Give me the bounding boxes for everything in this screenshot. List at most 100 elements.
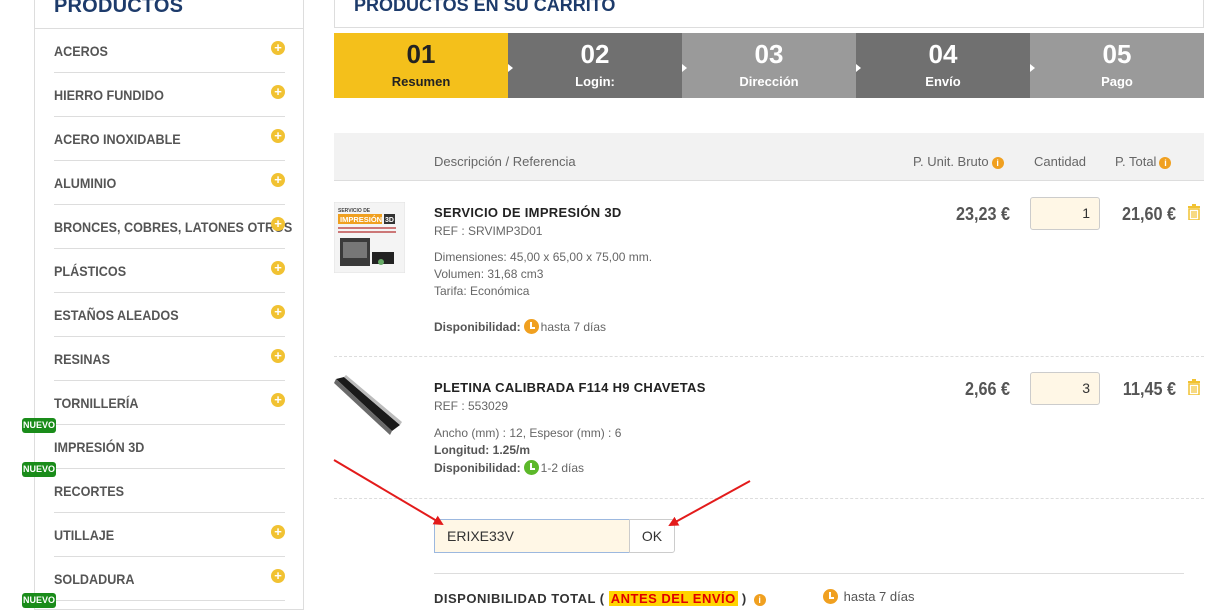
step-arrow-icon bbox=[856, 64, 861, 72]
sidebar-item-label: ACEROS bbox=[54, 43, 108, 59]
step-label: Resumen bbox=[391, 74, 451, 89]
sidebar-item-recortes[interactable]: RECORTES bbox=[54, 469, 285, 513]
sidebar-item-plasticos[interactable]: PLÁSTICOS + bbox=[54, 249, 285, 293]
step-label: Login: bbox=[575, 74, 615, 89]
sidebar-item-estanos-aleados[interactable]: ESTAÑOS ALEADOS + bbox=[54, 293, 285, 337]
product-name[interactable]: PLETINA CALIBRADA F114 H9 CHAVETAS bbox=[434, 380, 706, 395]
sidebar-item-utillaje[interactable]: UTILLAJE + bbox=[54, 513, 285, 557]
product-detail: Volumen: 31,68 cm3 bbox=[434, 267, 544, 281]
thumb-text: IMPRESIÓN bbox=[340, 215, 382, 224]
step-number: 04 bbox=[928, 39, 958, 69]
plus-circle-icon[interactable]: + bbox=[271, 129, 285, 143]
product-detail: Dimensiones: 45,00 x 65,00 x 75,00 mm. bbox=[434, 250, 653, 264]
length-value: 1.25/m bbox=[492, 443, 531, 457]
column-header-total: P. Total i bbox=[1115, 154, 1172, 169]
sidebar-item-label: HIERRO FUNDIDO bbox=[54, 87, 164, 103]
plus-circle-icon[interactable]: + bbox=[271, 85, 285, 99]
plus-circle-icon[interactable]: + bbox=[271, 525, 285, 539]
sidebar-item-label: ALUMINIO bbox=[54, 175, 117, 191]
plus-circle-icon[interactable]: + bbox=[271, 349, 285, 363]
step-resumen[interactable]: 01 Resumen bbox=[334, 33, 508, 98]
availability-value: hasta 7 días bbox=[540, 320, 607, 334]
checkout-steps: 01 Resumen 02 Login: 03 Dirección 04 Env… bbox=[334, 33, 1204, 98]
step-label: Envío bbox=[925, 74, 961, 89]
page-title: PRODUCTOS EN SU CARRITO bbox=[354, 0, 616, 15]
category-sidebar: PRODUCTOS ACEROS + HIERRO FUNDIDO + ACER… bbox=[34, 0, 304, 610]
sidebar-item-acero-inoxidable[interactable]: ACERO INOXIDABLE + bbox=[54, 117, 285, 161]
sidebar-item-label: RESINAS bbox=[54, 351, 111, 367]
sidebar-item-label: BRONCES, COBRES, LATONES OTROS bbox=[54, 219, 293, 235]
trash-icon[interactable] bbox=[1187, 204, 1201, 220]
sidebar-item-label: TORNILLERÍA bbox=[54, 395, 139, 411]
info-icon[interactable]: i bbox=[753, 594, 766, 606]
plus-circle-icon[interactable]: + bbox=[271, 261, 285, 275]
availability-label: Disponibilidad: bbox=[434, 461, 521, 475]
step-number: 05 bbox=[1102, 39, 1132, 69]
availability-total-highlight: ANTES DEL ENVÍO bbox=[608, 591, 738, 606]
sidebar-item-bronces[interactable]: BRONCES, COBRES, LATONES OTROS + bbox=[54, 205, 292, 249]
step-number: 02 bbox=[580, 39, 610, 69]
column-header-description: Descripción / Referencia bbox=[434, 154, 576, 169]
product-name[interactable]: SERVICIO DE IMPRESIÓN 3D bbox=[434, 205, 622, 220]
total-price: 11,45 € bbox=[1122, 379, 1176, 399]
nuevo-badge: NUEVO bbox=[22, 593, 56, 608]
sidebar-item-tornilleria[interactable]: TORNILLERÍA + bbox=[54, 381, 285, 425]
step-pago[interactable]: 05 Pago bbox=[1030, 33, 1204, 98]
sidebar-item-label: RECORTES bbox=[54, 483, 125, 499]
sidebar-item-soldadura[interactable]: SOLDADURA + bbox=[54, 557, 285, 601]
divider bbox=[434, 573, 1184, 574]
sidebar-item-label: ESTAÑOS ALEADOS bbox=[54, 307, 179, 323]
plus-circle-icon[interactable]: + bbox=[271, 41, 285, 55]
coupon-ok-button[interactable]: OK bbox=[629, 519, 675, 553]
step-arrow-icon bbox=[682, 64, 687, 72]
sidebar-item-aluminio[interactable]: ALUMINIO + bbox=[54, 161, 285, 205]
availability-label: Disponibilidad: bbox=[434, 320, 521, 334]
quantity-input[interactable]: 1 bbox=[1030, 197, 1100, 230]
nuevo-badge: NUEVO bbox=[22, 418, 56, 433]
sidebar-item-resinas[interactable]: RESINAS + bbox=[54, 337, 285, 381]
product-thumbnail[interactable] bbox=[334, 375, 405, 446]
step-direccion[interactable]: 03 Dirección bbox=[682, 33, 856, 98]
step-envio[interactable]: 04 Envío bbox=[856, 33, 1030, 98]
coupon-input[interactable]: ERIXE33V bbox=[434, 519, 630, 553]
cart-header: PRODUCTOS EN SU CARRITO bbox=[334, 0, 1204, 28]
step-login[interactable]: 02 Login: bbox=[508, 33, 682, 98]
plus-circle-icon[interactable]: + bbox=[271, 569, 285, 583]
sidebar-item-hierro-fundido[interactable]: HIERRO FUNDIDO + bbox=[54, 73, 285, 117]
availability-total-value: hasta 7 días bbox=[843, 589, 915, 604]
plus-circle-icon[interactable]: + bbox=[271, 173, 285, 187]
availability-total-days: hasta 7 días bbox=[820, 589, 914, 604]
column-header-label: P. Total bbox=[1115, 154, 1157, 169]
column-header-quantity: Cantidad bbox=[1034, 154, 1087, 169]
product-availability: Disponibilidad: hasta 7 días bbox=[434, 319, 606, 334]
sidebar-item-label: PLÁSTICOS bbox=[54, 263, 127, 279]
sidebar-item-label: UTILLAJE bbox=[54, 527, 115, 543]
product-ref: REF : SRVIMP3D01 bbox=[434, 224, 543, 238]
trash-icon[interactable] bbox=[1187, 379, 1201, 395]
step-arrow-icon bbox=[1030, 64, 1035, 72]
availability-total: DISPONIBILIDAD TOTAL ( ANTES DEL ENVÍO )… bbox=[434, 591, 766, 606]
plus-circle-icon[interactable]: + bbox=[271, 305, 285, 319]
availability-value: 1-2 días bbox=[540, 461, 585, 475]
plus-circle-icon[interactable]: + bbox=[271, 393, 285, 407]
product-thumbnail[interactable]: SERVICIO DE IMPRESIÓN 3D bbox=[334, 202, 405, 273]
clock-icon bbox=[523, 460, 539, 475]
length-label: Longitud: bbox=[434, 443, 490, 457]
cart-table-header: Descripción / Referencia P. Unit. Bruto i… bbox=[334, 133, 1204, 181]
step-label: Dirección bbox=[739, 74, 799, 89]
info-icon[interactable]: i bbox=[991, 157, 1004, 169]
sidebar-item-aceros[interactable]: ACEROS + bbox=[54, 29, 285, 73]
thumb-text: SERVICIO DE bbox=[338, 208, 371, 214]
step-arrow-icon bbox=[508, 64, 513, 72]
step-label: Pago bbox=[1101, 74, 1133, 89]
sidebar-item-impresion-3d[interactable]: IMPRESIÓN 3D bbox=[54, 425, 285, 469]
cart-row: PLETINA CALIBRADA F114 H9 CHAVETAS REF :… bbox=[334, 357, 1204, 499]
info-icon[interactable]: i bbox=[1159, 157, 1172, 169]
column-header-label: P. Unit. Bruto bbox=[913, 154, 989, 169]
quantity-input[interactable]: 3 bbox=[1030, 372, 1100, 405]
product-detail: Tarifa: Económica bbox=[434, 284, 530, 298]
product-length: Longitud: 1.25/m bbox=[434, 443, 530, 457]
sidebar-item-label: ACERO INOXIDABLE bbox=[54, 131, 181, 147]
sidebar-item-label: IMPRESIÓN 3D bbox=[54, 439, 145, 455]
plus-circle-icon[interactable]: + bbox=[271, 217, 285, 231]
